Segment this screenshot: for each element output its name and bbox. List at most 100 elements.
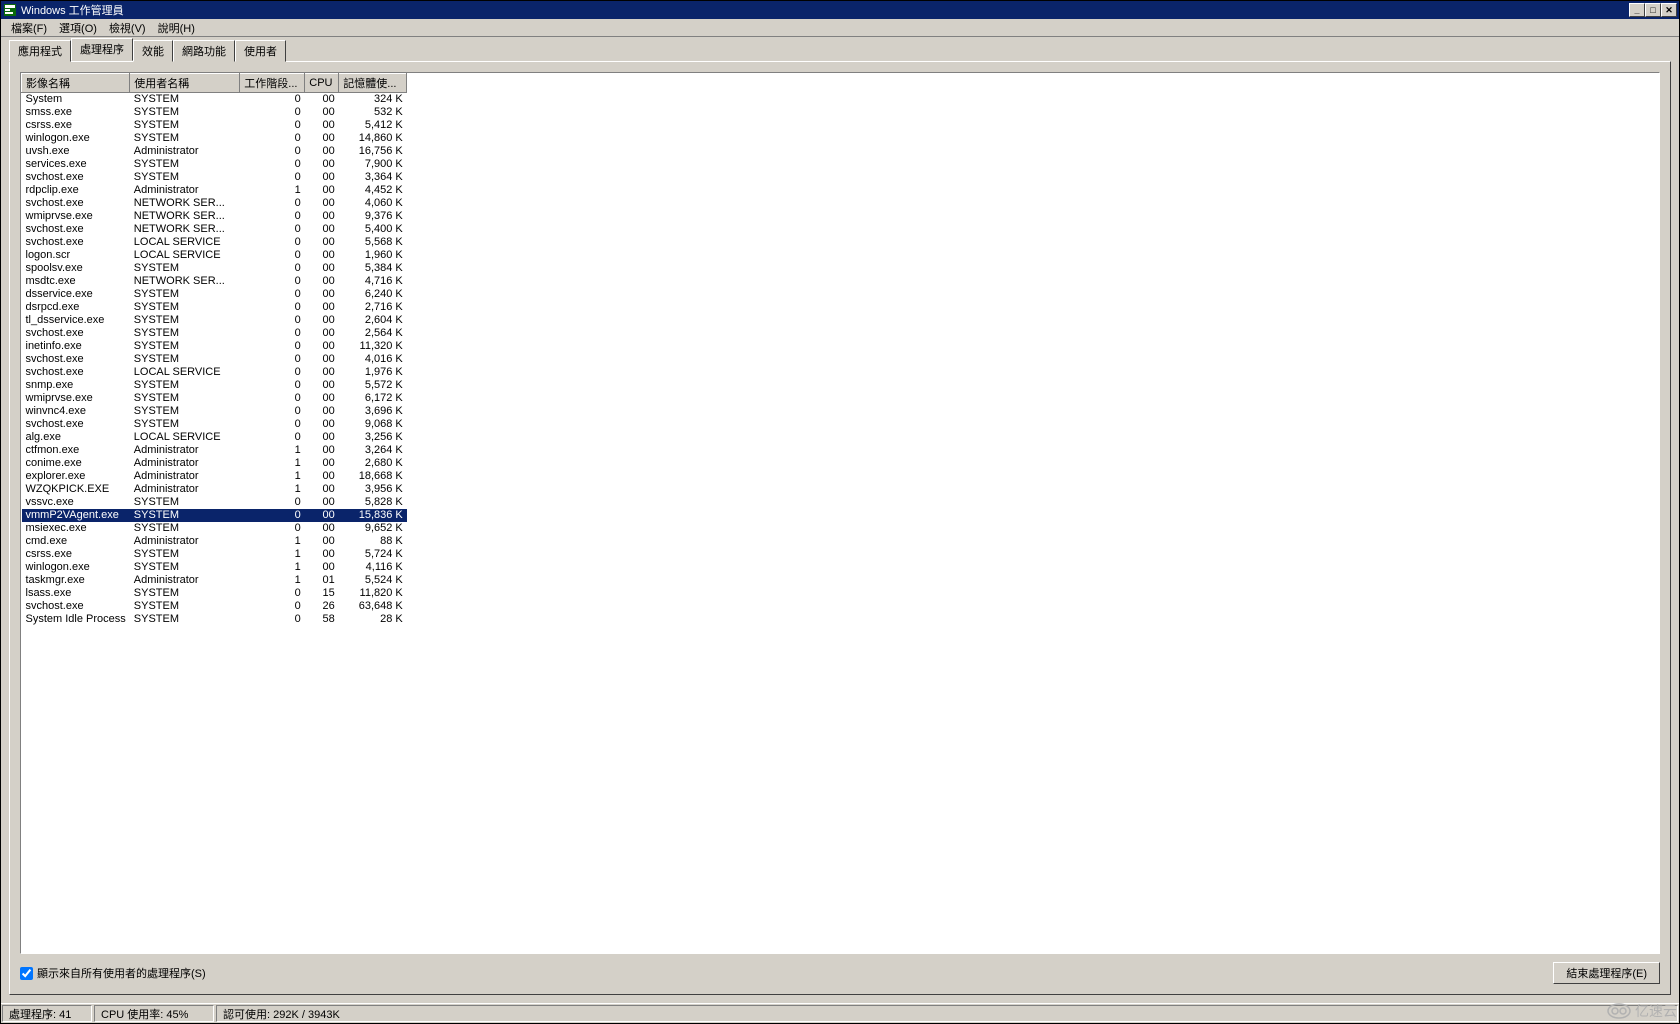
tab-applications[interactable]: 應用程式 <box>9 40 71 62</box>
table-row[interactable]: csrss.exeSYSTEM0005,412 K <box>22 119 407 132</box>
table-row[interactable]: svchost.exeNETWORK SER...0005,400 K <box>22 223 407 236</box>
tab-users[interactable]: 使用者 <box>235 40 286 62</box>
table-row[interactable]: alg.exeLOCAL SERVICE0003,256 K <box>22 431 407 444</box>
cell-session: 0 <box>240 197 305 210</box>
cell-image: msiexec.exe <box>22 522 130 535</box>
table-row[interactable]: winvnc4.exeSYSTEM0003,696 K <box>22 405 407 418</box>
menu-view[interactable]: 檢視(V) <box>103 19 152 37</box>
table-row[interactable]: tl_dsservice.exeSYSTEM0002,604 K <box>22 314 407 327</box>
table-row[interactable]: svchost.exeSYSTEM02663,648 K <box>22 600 407 613</box>
table-row[interactable]: dsrpcd.exeSYSTEM0002,716 K <box>22 301 407 314</box>
cell-cpu: 00 <box>305 106 339 119</box>
cell-session: 0 <box>240 600 305 613</box>
table-row[interactable]: svchost.exeSYSTEM0002,564 K <box>22 327 407 340</box>
cell-cpu: 00 <box>305 93 339 107</box>
cell-image: logon.scr <box>22 249 130 262</box>
cell-image: alg.exe <box>22 431 130 444</box>
menu-options[interactable]: 選項(O) <box>53 19 103 37</box>
table-row[interactable]: csrss.exeSYSTEM1005,724 K <box>22 548 407 561</box>
table-row[interactable]: wmiprvse.exeNETWORK SER...0009,376 K <box>22 210 407 223</box>
maximize-button[interactable]: □ <box>1645 3 1661 17</box>
cell-cpu: 00 <box>305 197 339 210</box>
table-row[interactable]: svchost.exeSYSTEM0009,068 K <box>22 418 407 431</box>
cell-user: SYSTEM <box>130 509 240 522</box>
table-row[interactable]: SystemSYSTEM000324 K <box>22 93 407 107</box>
cell-memory: 6,172 K <box>339 392 407 405</box>
table-row[interactable]: spoolsv.exeSYSTEM0005,384 K <box>22 262 407 275</box>
cell-memory: 11,820 K <box>339 587 407 600</box>
process-listview[interactable]: 影像名稱 使用者名稱 工作階段... CPU 記憶體使... SystemSYS… <box>20 72 1660 954</box>
cell-session: 0 <box>240 288 305 301</box>
table-row[interactable]: services.exeSYSTEM0007,900 K <box>22 158 407 171</box>
tab-processes[interactable]: 處理程序 <box>71 38 133 61</box>
header-session-id[interactable]: 工作階段... <box>240 74 305 93</box>
table-row[interactable]: taskmgr.exeAdministrator1015,524 K <box>22 574 407 587</box>
menu-file[interactable]: 檔案(F) <box>5 19 53 37</box>
table-row[interactable]: System Idle ProcessSYSTEM05828 K <box>22 613 407 626</box>
table-row[interactable]: svchost.exeNETWORK SER...0004,060 K <box>22 197 407 210</box>
cell-session: 1 <box>240 548 305 561</box>
header-image-name[interactable]: 影像名稱 <box>22 74 130 93</box>
cell-user: LOCAL SERVICE <box>130 236 240 249</box>
table-row[interactable]: conime.exeAdministrator1002,680 K <box>22 457 407 470</box>
table-row[interactable]: winlogon.exeSYSTEM00014,860 K <box>22 132 407 145</box>
table-row[interactable]: dsservice.exeSYSTEM0006,240 K <box>22 288 407 301</box>
table-row[interactable]: lsass.exeSYSTEM01511,820 K <box>22 587 407 600</box>
cell-image: uvsh.exe <box>22 145 130 158</box>
cell-cpu: 00 <box>305 301 339 314</box>
table-row[interactable]: ctfmon.exeAdministrator1003,264 K <box>22 444 407 457</box>
table-row[interactable]: smss.exeSYSTEM000532 K <box>22 106 407 119</box>
table-row[interactable]: explorer.exeAdministrator10018,668 K <box>22 470 407 483</box>
table-row[interactable]: vmmP2VAgent.exeSYSTEM00015,836 K <box>22 509 407 522</box>
minimize-button[interactable]: _ <box>1629 3 1645 17</box>
titlebar[interactable]: Windows 工作管理員 _ □ ✕ <box>1 1 1679 19</box>
table-row[interactable]: vssvc.exeSYSTEM0005,828 K <box>22 496 407 509</box>
table-row[interactable]: msiexec.exeSYSTEM0009,652 K <box>22 522 407 535</box>
table-row[interactable]: uvsh.exeAdministrator00016,756 K <box>22 145 407 158</box>
end-process-button[interactable]: 結束處理程序(E) <box>1553 962 1660 984</box>
cell-user: SYSTEM <box>130 418 240 431</box>
tab-networking[interactable]: 網路功能 <box>173 40 235 62</box>
table-row[interactable]: logon.scrLOCAL SERVICE0001,960 K <box>22 249 407 262</box>
table-row[interactable]: inetinfo.exeSYSTEM00011,320 K <box>22 340 407 353</box>
header-cpu[interactable]: CPU <box>305 74 339 93</box>
cell-image: cmd.exe <box>22 535 130 548</box>
table-row[interactable]: rdpclip.exeAdministrator1004,452 K <box>22 184 407 197</box>
cell-cpu: 00 <box>305 249 339 262</box>
cell-cpu: 00 <box>305 210 339 223</box>
cell-session: 0 <box>240 275 305 288</box>
cell-image: svchost.exe <box>22 171 130 184</box>
cell-memory: 2,564 K <box>339 327 407 340</box>
table-row[interactable]: snmp.exeSYSTEM0005,572 K <box>22 379 407 392</box>
cell-user: SYSTEM <box>130 496 240 509</box>
table-row[interactable]: svchost.exeLOCAL SERVICE0001,976 K <box>22 366 407 379</box>
cell-memory: 14,860 K <box>339 132 407 145</box>
table-row[interactable]: svchost.exeSYSTEM0003,364 K <box>22 171 407 184</box>
cell-session: 0 <box>240 145 305 158</box>
cell-user: SYSTEM <box>130 392 240 405</box>
processes-panel: 影像名稱 使用者名稱 工作階段... CPU 記憶體使... SystemSYS… <box>9 61 1671 995</box>
cell-user: LOCAL SERVICE <box>130 249 240 262</box>
table-row[interactable]: msdtc.exeNETWORK SER...0004,716 K <box>22 275 407 288</box>
table-row[interactable]: winlogon.exeSYSTEM1004,116 K <box>22 561 407 574</box>
cell-session: 0 <box>240 132 305 145</box>
cell-cpu: 00 <box>305 262 339 275</box>
table-row[interactable]: cmd.exeAdministrator10088 K <box>22 535 407 548</box>
header-memory[interactable]: 記憶體使... <box>339 74 407 93</box>
header-user-name[interactable]: 使用者名稱 <box>130 74 240 93</box>
table-row[interactable]: svchost.exeLOCAL SERVICE0005,568 K <box>22 236 407 249</box>
column-headers: 影像名稱 使用者名稱 工作階段... CPU 記憶體使... <box>22 74 407 93</box>
table-row[interactable]: svchost.exeSYSTEM0004,016 K <box>22 353 407 366</box>
menu-help[interactable]: 說明(H) <box>152 19 201 37</box>
show-all-users-checkbox[interactable] <box>20 967 33 980</box>
cell-cpu: 00 <box>305 561 339 574</box>
close-button[interactable]: ✕ <box>1661 3 1677 17</box>
table-row[interactable]: WZQKPICK.EXEAdministrator1003,956 K <box>22 483 407 496</box>
cell-cpu: 00 <box>305 457 339 470</box>
cell-memory: 5,724 K <box>339 548 407 561</box>
table-row[interactable]: wmiprvse.exeSYSTEM0006,172 K <box>22 392 407 405</box>
cell-user: SYSTEM <box>130 548 240 561</box>
cell-session: 0 <box>240 496 305 509</box>
show-all-users-label[interactable]: 顯示來自所有使用者的處理程序(S) <box>20 965 1545 981</box>
tab-performance[interactable]: 效能 <box>133 40 173 62</box>
